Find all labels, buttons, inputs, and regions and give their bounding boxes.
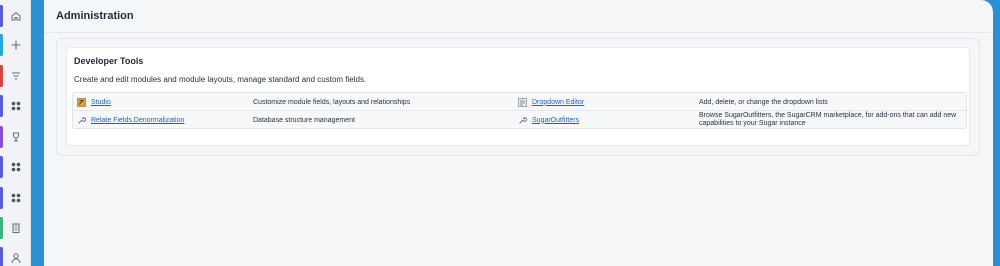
tool-cell-dropdown-editor: Dropdown Editor xyxy=(518,93,698,111)
tool-description: Database structure management xyxy=(253,116,355,124)
accent-bar xyxy=(0,247,3,266)
tools-table: Studio Customize module fields, layouts … xyxy=(72,92,967,129)
sidebar-item-profile[interactable] xyxy=(0,245,31,266)
tool-description: Customize module fields, layouts and rel… xyxy=(253,98,411,106)
sidebar-item-module-5[interactable] xyxy=(0,215,31,241)
tool-cell-studio: Studio xyxy=(77,93,252,111)
sidebar-item-create[interactable] xyxy=(0,32,31,58)
sidebar-item-module-2[interactable] xyxy=(0,124,31,150)
tool-cell-relate-fields: Relate Fields Denormalization xyxy=(77,111,252,129)
divider xyxy=(44,32,993,33)
grid-icon xyxy=(11,101,20,111)
user-icon xyxy=(11,253,20,264)
plus-icon xyxy=(11,40,20,50)
wrench-icon xyxy=(519,116,527,124)
tool-description: Browse SugarOutfitters, the SugarCRM mar… xyxy=(699,111,957,128)
filter-icon xyxy=(11,72,20,80)
dropdown-editor-icon xyxy=(518,97,527,107)
accent-bar xyxy=(0,126,3,148)
sidebar-item-filter[interactable] xyxy=(0,63,31,89)
sugaroutfitters-link[interactable]: SugarOutfitters xyxy=(532,117,579,124)
studio-link[interactable]: Studio xyxy=(91,99,111,106)
section-description: Create and edit modules and module layou… xyxy=(74,75,367,84)
developer-tools-panel: Developer Tools Create and edit modules … xyxy=(66,47,970,146)
sidebar-item-module-4[interactable] xyxy=(0,185,31,211)
trophy-icon xyxy=(12,132,19,142)
sidebar-item-home[interactable] xyxy=(0,3,31,29)
accent-bar xyxy=(0,95,3,117)
accent-bar xyxy=(0,65,3,87)
table-row: Relate Fields Denormalization Database s… xyxy=(73,111,966,129)
sidebar-item-module-3[interactable] xyxy=(0,154,31,180)
grid-icon xyxy=(11,162,20,172)
page-title: Administration xyxy=(56,10,134,22)
sidebar-rail xyxy=(0,0,31,266)
wrench-icon xyxy=(78,116,86,124)
tool-cell-sugaroutfitters: SugarOutfitters xyxy=(518,111,698,129)
building-icon xyxy=(12,223,19,233)
home-icon xyxy=(11,11,20,21)
developer-tools-card: Developer Tools Create and edit modules … xyxy=(56,38,980,156)
tool-description: Add, delete, or change the dropdown list… xyxy=(699,98,828,106)
accent-bar xyxy=(0,34,3,56)
grid-icon xyxy=(11,193,20,203)
accent-bar xyxy=(0,5,3,27)
table-row: Studio Customize module fields, layouts … xyxy=(73,93,966,111)
accent-bar xyxy=(0,187,3,209)
sidebar-item-module-1[interactable] xyxy=(0,93,31,119)
main-panel: Administration Developer Tools Create an… xyxy=(44,0,993,266)
relate-fields-denormalization-link[interactable]: Relate Fields Denormalization xyxy=(91,117,184,124)
section-title: Developer Tools xyxy=(74,56,144,66)
dropdown-editor-link[interactable]: Dropdown Editor xyxy=(532,99,584,106)
studio-icon xyxy=(77,97,86,107)
accent-bar xyxy=(0,156,3,178)
accent-bar xyxy=(0,217,3,239)
